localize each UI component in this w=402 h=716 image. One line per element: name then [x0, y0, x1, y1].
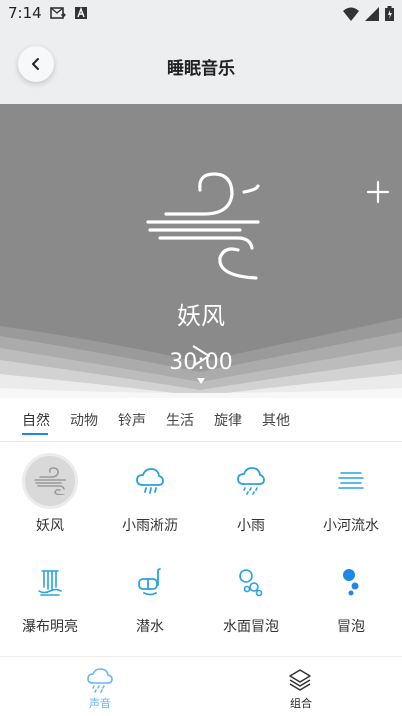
- active-tab-indicator: [22, 433, 48, 435]
- waterfall-icon: [38, 570, 62, 596]
- sound-item-river[interactable]: 小河流水: [301, 444, 401, 544]
- page-title: 睡眠音乐: [167, 59, 235, 79]
- tab-nature[interactable]: 自然: [22, 410, 50, 430]
- category-tabs: 自然 动物 铃声 生活 旋律 其他: [0, 398, 402, 442]
- bubble-dots-icon: [343, 569, 359, 596]
- wifi-icon: [343, 7, 359, 21]
- sound-label: 小河流水: [323, 518, 379, 534]
- tab-animals[interactable]: 动物: [70, 410, 98, 430]
- play-button[interactable]: [190, 344, 212, 368]
- tab-ringtones[interactable]: 铃声: [118, 410, 146, 430]
- tab-other[interactable]: 其他: [262, 410, 290, 430]
- sound-item-waterfall[interactable]: 瀑布明亮: [0, 545, 100, 645]
- add-button[interactable]: [364, 178, 392, 206]
- current-sound-name: 妖风: [177, 302, 225, 330]
- cloud-rain-icon: [237, 467, 265, 495]
- diving-mask-icon: [138, 568, 161, 596]
- wind-icon: [146, 172, 260, 280]
- water-waves-icon: [338, 472, 364, 489]
- sound-label: 瀑布明亮: [22, 619, 78, 635]
- layers-icon: [289, 669, 311, 691]
- battery-icon: [385, 6, 394, 21]
- wind-icon: [34, 467, 66, 495]
- bottom-nav: 声音 组合: [0, 656, 402, 716]
- sound-item-bubbling[interactable]: 冒泡: [301, 545, 401, 645]
- sound-label: 小雨: [237, 518, 265, 534]
- tab-melody[interactable]: 旋律: [214, 410, 242, 430]
- plus-icon: [366, 180, 390, 204]
- play-icon: [192, 345, 210, 367]
- sound-label: 妖风: [36, 518, 64, 534]
- sound-item-light-drizzle[interactable]: 小雨淅沥: [100, 444, 200, 544]
- cloud-rain-icon: [87, 668, 113, 693]
- signal-icon: [365, 6, 379, 21]
- sound-item-wind[interactable]: 妖风: [0, 444, 100, 544]
- tab-life[interactable]: 生活: [166, 410, 194, 430]
- nav-sounds[interactable]: 声音: [40, 663, 160, 713]
- sound-label: 小雨淅沥: [122, 518, 178, 534]
- sound-item-light-rain[interactable]: 小雨: [201, 444, 301, 544]
- caret-down-icon: [197, 378, 205, 384]
- sound-grid: 妖风 小雨淅沥 小雨 小河流水 瀑布明亮 潜水 水面冒泡 冒泡: [0, 442, 402, 656]
- message-icon: [50, 7, 66, 19]
- status-time: 7:14: [8, 4, 42, 22]
- nav-label: 组合: [290, 697, 312, 710]
- sound-label: 潜水: [136, 619, 164, 635]
- nav-combinations[interactable]: 组合: [241, 663, 361, 713]
- cloud-drizzle-icon: [136, 468, 164, 494]
- header: 睡眠音乐: [0, 28, 402, 104]
- sound-item-surface-bubbles[interactable]: 水面冒泡: [201, 545, 301, 645]
- status-bar: 7:14: [0, 0, 402, 28]
- nav-label: 声音: [89, 697, 111, 710]
- bubbles-icon: [239, 569, 263, 597]
- sound-item-diving[interactable]: 潜水: [100, 545, 200, 645]
- player-panel: 妖风 30:00: [0, 104, 402, 398]
- sound-label: 水面冒泡: [223, 619, 279, 635]
- sound-label: 冒泡: [337, 619, 365, 635]
- app-a-icon: [75, 7, 87, 19]
